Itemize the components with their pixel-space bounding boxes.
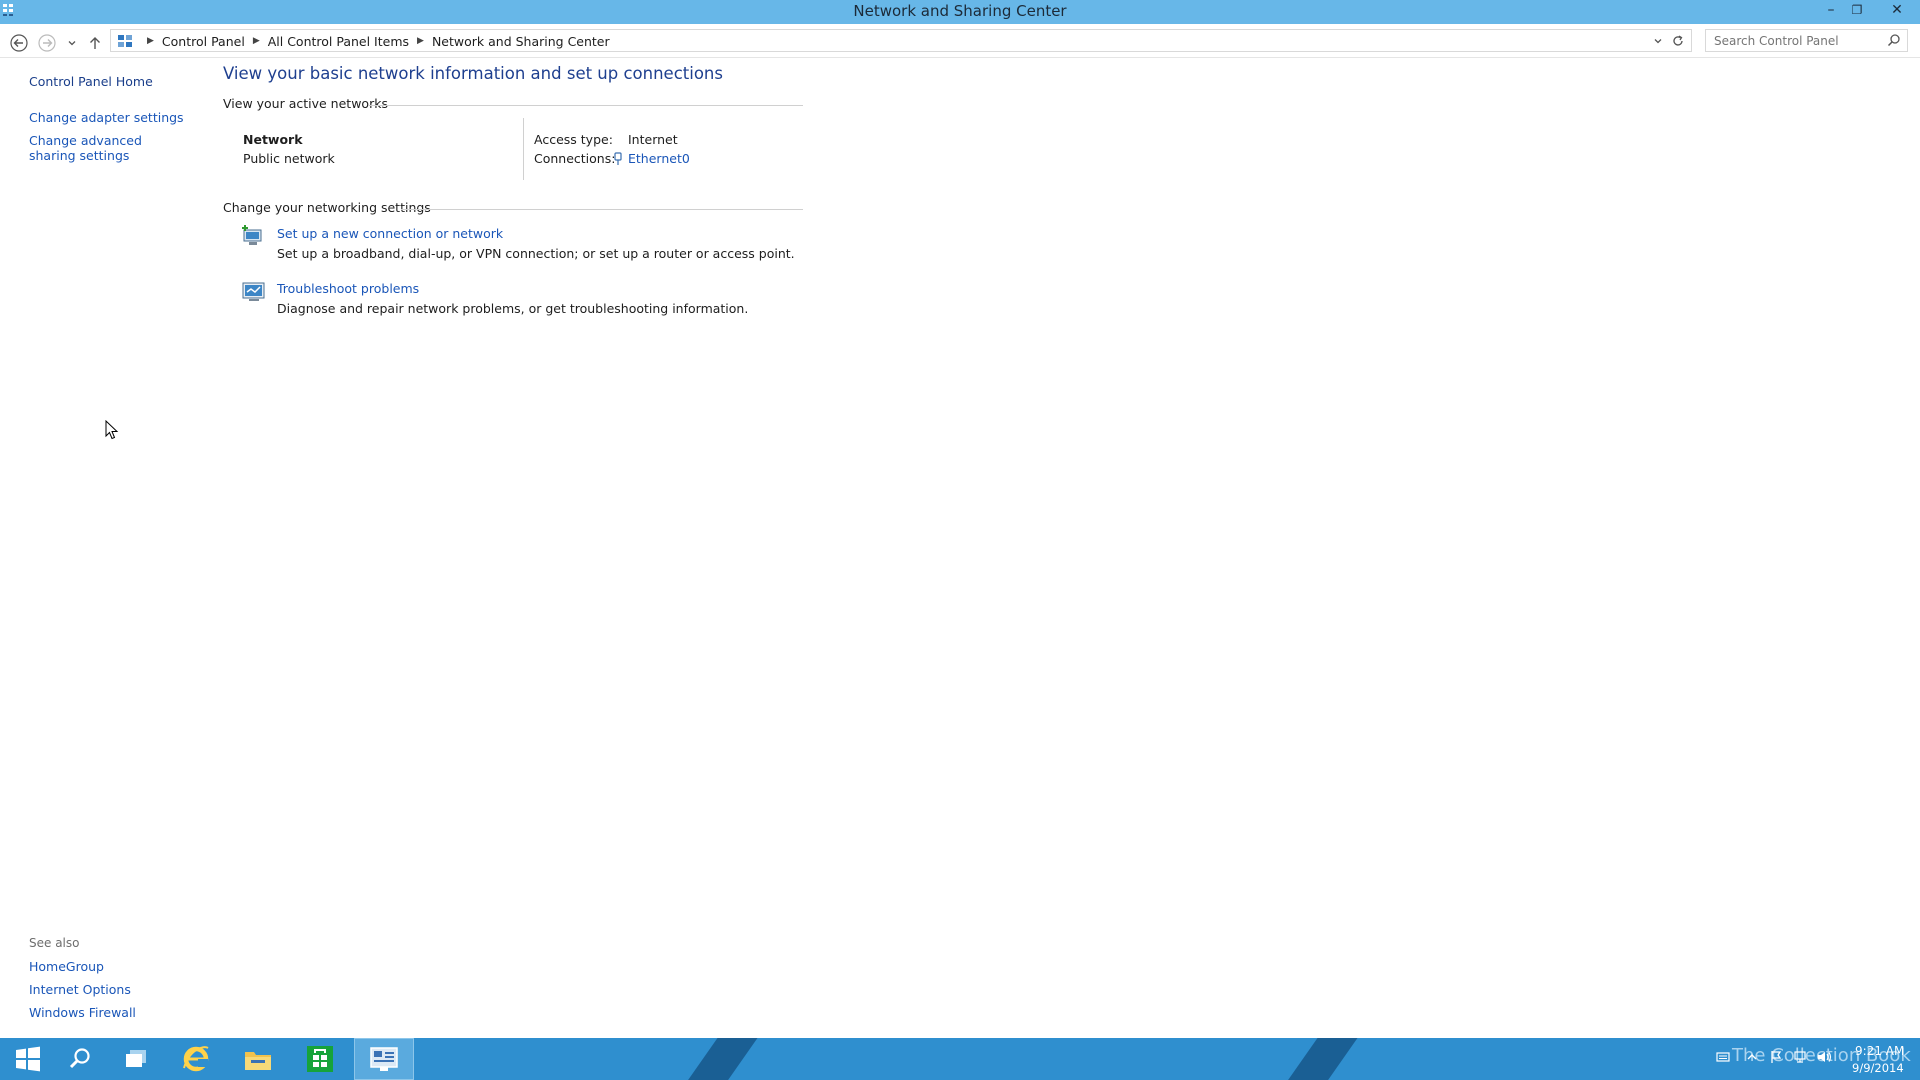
internet-explorer-button[interactable] (168, 1038, 224, 1080)
ethernet-icon (614, 151, 622, 165)
title-bar: Network and Sharing Center – ❐ ✕ (0, 0, 1920, 24)
change-advanced-sharing-settings-link[interactable]: Change advanced sharing settings (29, 133, 179, 163)
breadcrumb-separator-icon[interactable]: ▶ (417, 36, 424, 46)
windows-firewall-link[interactable]: Windows Firewall (29, 1005, 136, 1020)
address-bar[interactable]: ▶ Control Panel ▶ All Control Panel Item… (110, 29, 1692, 52)
search-box[interactable] (1705, 29, 1908, 52)
set-up-new-connection-link[interactable]: Set up a new connection or network (277, 226, 503, 241)
restore-button[interactable]: ❐ (1842, 0, 1872, 20)
control-panel-taskbar-button[interactable] (354, 1038, 414, 1080)
control-panel-icon (370, 1047, 398, 1071)
taskbar-decoration (675, 1038, 765, 1080)
section-divider (401, 209, 803, 210)
breadcrumb-all-items[interactable]: All Control Panel Items (268, 34, 409, 49)
section-divider (369, 105, 803, 106)
network-name: Network (243, 132, 303, 147)
chevron-down-icon (68, 41, 76, 46)
windows-logo-icon (16, 1046, 40, 1072)
search-icon (69, 1048, 90, 1069)
page-title: View your basic network information and … (223, 64, 723, 83)
navigation-bar: ▶ Control Panel ▶ All Control Panel Item… (0, 24, 1920, 58)
control-panel-home-link[interactable]: Control Panel Home (29, 74, 153, 89)
troubleshoot-problems-link[interactable]: Troubleshoot problems (277, 281, 419, 296)
network-type-link[interactable]: Public network (243, 151, 335, 166)
connections-label: Connections: (534, 151, 616, 166)
mouse-cursor-icon (105, 420, 119, 440)
store-button[interactable] (292, 1038, 348, 1080)
change-adapter-settings-link[interactable]: Change adapter settings (29, 110, 184, 125)
up-arrow-icon (90, 37, 100, 49)
close-button[interactable]: ✕ (1880, 0, 1914, 20)
file-explorer-button[interactable] (230, 1038, 286, 1080)
network-icon[interactable] (1793, 1050, 1807, 1064)
taskbar: The Collection Book 9:21 AM 9/9/2014 (0, 1038, 1920, 1080)
internet-options-link[interactable]: Internet Options (29, 982, 131, 997)
left-task-pane: Control Panel Home Change adapter settin… (0, 58, 215, 1038)
back-arrow-icon (10, 34, 28, 52)
address-dropdown-icon[interactable] (1653, 36, 1663, 46)
troubleshoot-icon (242, 282, 265, 301)
task-view-icon (126, 1050, 146, 1067)
taskbar-decoration (1275, 1038, 1365, 1080)
homegroup-link[interactable]: HomeGroup (29, 959, 104, 974)
breadcrumb-separator-icon[interactable]: ▶ (147, 36, 154, 46)
start-button[interactable] (0, 1038, 56, 1080)
active-networks-heading: View your active networks (223, 96, 388, 111)
see-also-label: See also (29, 936, 80, 950)
search-input[interactable] (1706, 30, 1876, 52)
recent-locations-button[interactable] (62, 32, 82, 54)
control-panel-icon (118, 35, 132, 47)
show-hidden-icons-icon[interactable] (1745, 1050, 1759, 1064)
back-button[interactable] (8, 32, 30, 54)
search-icon[interactable] (1887, 33, 1901, 47)
task-view-button[interactable] (108, 1038, 164, 1080)
volume-icon[interactable] (1817, 1050, 1833, 1064)
folder-icon (245, 1052, 271, 1070)
refresh-icon[interactable] (1671, 34, 1685, 48)
access-type-value: Internet (628, 132, 678, 147)
store-icon (307, 1046, 333, 1072)
up-button[interactable] (84, 32, 106, 54)
breadcrumb-separator-icon[interactable]: ▶ (253, 36, 260, 46)
forward-button[interactable] (36, 32, 58, 54)
breadcrumb-network-center[interactable]: Network and Sharing Center (432, 34, 610, 49)
new-connection-icon (242, 225, 262, 245)
network-info-divider (523, 118, 524, 180)
forward-arrow-icon (38, 34, 56, 52)
ethernet-connection-link[interactable]: Ethernet0 (613, 151, 690, 166)
clock-date[interactable]: 9/9/2014 (1852, 1061, 1904, 1075)
ethernet-connection-label[interactable]: Ethernet0 (628, 151, 690, 166)
access-type-label: Access type: (534, 132, 613, 147)
window-title: Network and Sharing Center (853, 2, 1067, 20)
set-up-new-connection-description: Set up a broadband, dial-up, or VPN conn… (277, 246, 795, 261)
search-taskbar-button[interactable] (52, 1038, 108, 1080)
breadcrumb: ▶ Control Panel ▶ All Control Panel Item… (117, 33, 610, 49)
clock-time[interactable]: 9:21 AM (1855, 1044, 1904, 1058)
keyboard-icon[interactable] (1716, 1050, 1730, 1064)
troubleshoot-problems-description: Diagnose and repair network problems, or… (277, 301, 749, 316)
action-center-flag-icon[interactable] (1769, 1050, 1783, 1064)
internet-explorer-icon (183, 1046, 209, 1072)
change-settings-heading: Change your networking settings (223, 200, 431, 215)
breadcrumb-control-panel[interactable]: Control Panel (162, 34, 245, 49)
